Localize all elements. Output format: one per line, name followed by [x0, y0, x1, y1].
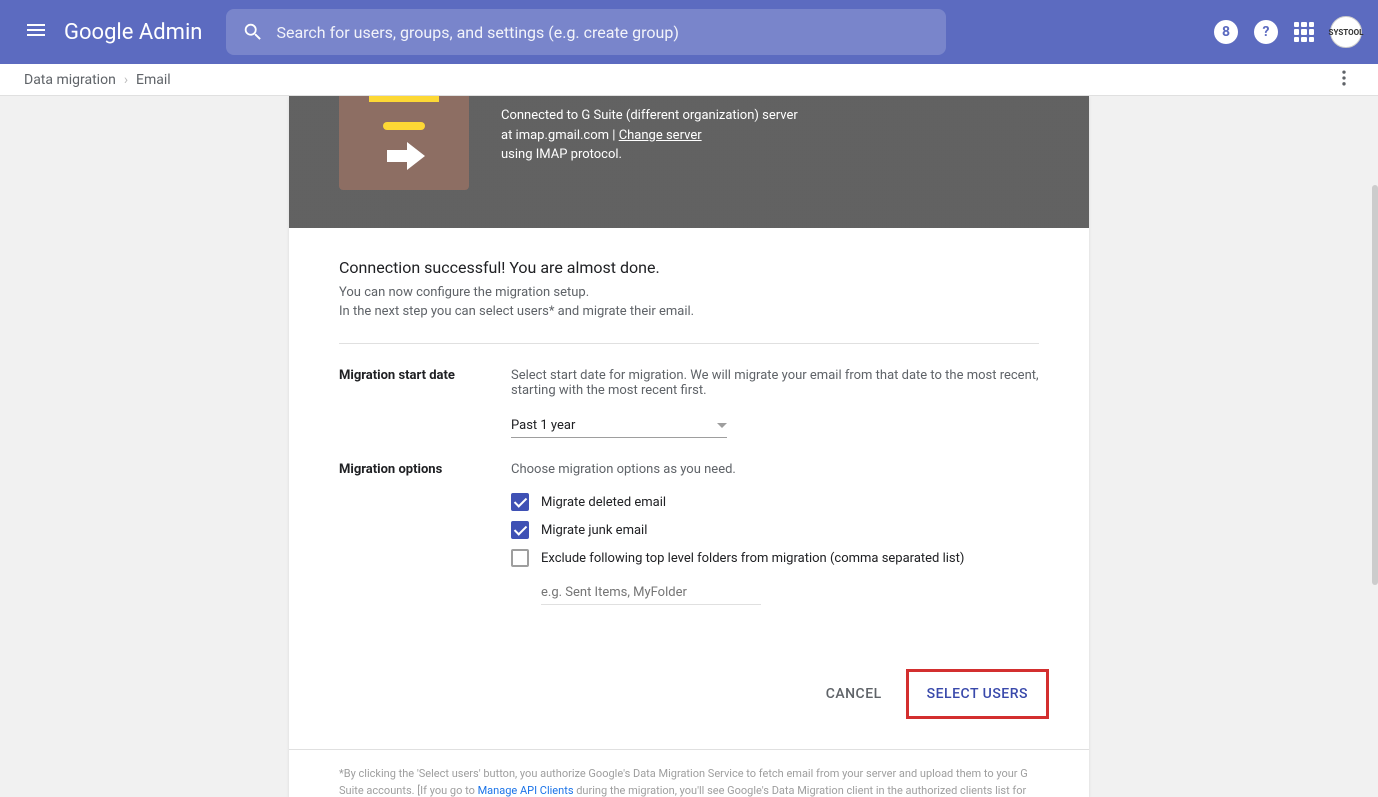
main-content: Email Migration Connected to G Suite (di… [0, 96, 1378, 797]
change-server-link[interactable]: Change server [619, 128, 702, 143]
breadcrumb-bar: Data migration › Email [0, 64, 1378, 96]
description-line-1: You can now configure the migration setu… [339, 285, 1039, 300]
option-deleted-email: Migrate deleted email [511, 493, 1039, 511]
search-icon [242, 21, 264, 43]
checkbox-exclude-folders[interactable] [511, 549, 529, 567]
more-icon[interactable] [1334, 68, 1354, 92]
exclude-folders-input[interactable] [541, 581, 761, 605]
start-date-dropdown[interactable]: Past 1 year [511, 414, 727, 438]
start-date-value: Past 1 year [511, 418, 575, 433]
select-users-button[interactable]: SELECT USERS [909, 672, 1046, 716]
cancel-button[interactable]: CANCEL [826, 686, 882, 702]
option-exclude-folders: Exclude following top level folders from… [511, 549, 1039, 567]
hero-description: Connected to G Suite (different organiza… [501, 106, 798, 165]
logo-text: Google Admin [64, 20, 202, 45]
help-icon[interactable]: ? [1254, 20, 1278, 44]
breadcrumb-current: Email [136, 72, 171, 88]
checkbox-deleted-email[interactable] [511, 493, 529, 511]
hero-text: Email Migration Connected to G Suite (di… [501, 96, 798, 165]
manage-api-clients-link[interactable]: Manage API Clients [478, 784, 574, 797]
migration-icon [339, 96, 469, 190]
migration-card: Email Migration Connected to G Suite (di… [289, 96, 1089, 797]
menu-icon[interactable] [16, 10, 56, 54]
breadcrumb: Data migration › Email [24, 72, 171, 88]
option-exclude-label: Exclude following top level folders from… [541, 551, 964, 566]
divider [339, 343, 1039, 344]
apps-icon[interactable] [1294, 22, 1314, 42]
breadcrumb-root[interactable]: Data migration [24, 72, 116, 88]
app-header: Google Admin 8 ? SYSTOOL [0, 0, 1378, 64]
highlight-annotation: SELECT USERS [906, 669, 1049, 719]
success-message: Connection successful! You are almost do… [339, 258, 1039, 277]
footer-disclaimer: *By clicking the 'Select users' button, … [289, 749, 1089, 797]
option-junk-label: Migrate junk email [541, 523, 647, 538]
checkbox-junk-email[interactable] [511, 521, 529, 539]
chevron-right-icon: › [124, 72, 128, 88]
start-date-row: Migration start date Select start date f… [339, 368, 1039, 438]
account-avatar[interactable]: SYSTOOL [1330, 16, 1362, 48]
option-deleted-label: Migrate deleted email [541, 495, 666, 510]
start-date-label: Migration start date [339, 368, 479, 438]
options-help: Choose migration options as you need. [511, 462, 1039, 477]
hero-banner: Email Migration Connected to G Suite (di… [289, 96, 1089, 228]
scrollbar[interactable] [1372, 185, 1378, 585]
options-label: Migration options [339, 462, 479, 605]
start-date-help: Select start date for migration. We will… [511, 368, 1039, 398]
updates-icon[interactable]: 8 [1214, 20, 1238, 44]
form-section: Connection successful! You are almost do… [289, 228, 1089, 649]
chevron-down-icon [717, 423, 727, 428]
option-junk-email: Migrate junk email [511, 521, 1039, 539]
options-content: Choose migration options as you need. Mi… [511, 462, 1039, 605]
search-box[interactable] [226, 9, 946, 55]
header-actions: 8 ? SYSTOOL [1214, 16, 1362, 48]
start-date-content: Select start date for migration. We will… [511, 368, 1039, 438]
description-line-2: In the next step you can select users* a… [339, 304, 1039, 319]
options-row: Migration options Choose migration optio… [339, 462, 1039, 605]
app-logo[interactable]: Google Admin [64, 20, 202, 45]
action-buttons: CANCEL SELECT USERS [289, 649, 1089, 749]
search-input[interactable] [276, 23, 930, 42]
